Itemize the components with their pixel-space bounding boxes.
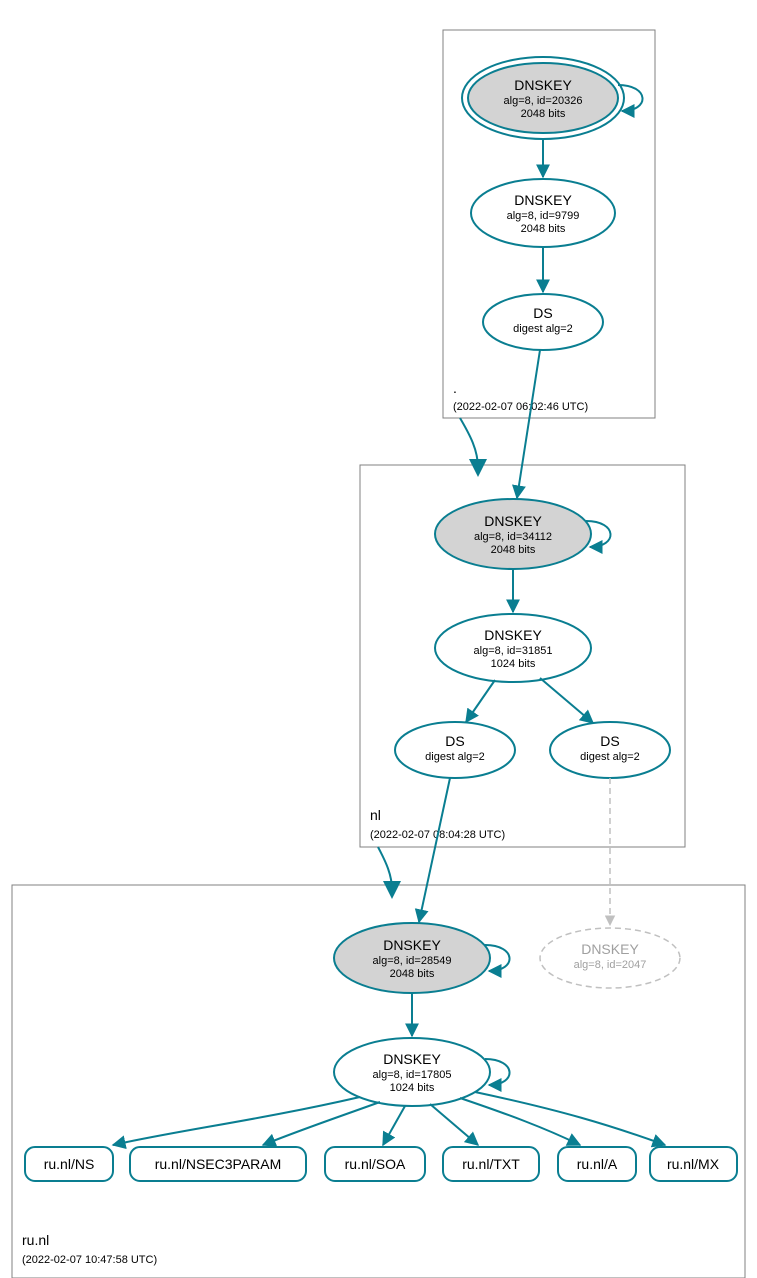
zone-label-nl: nl: [370, 807, 381, 823]
edge-nl-to-runl-zone: [378, 847, 392, 890]
edge-nl-zsk-to-ds1: [466, 680, 495, 722]
svg-text:DNSKEY: DNSKEY: [484, 513, 542, 529]
zone-timestamp-runl: (2022-02-07 10:47:58 UTC): [22, 1254, 157, 1266]
edge-zsk-rr-nsec3: [263, 1102, 380, 1145]
edge-root-ds-to-nl-ksk: [517, 350, 540, 498]
dnssec-auth-graph: . (2022-02-07 06:02:46 UTC) nl (2022-02-…: [0, 0, 757, 1278]
node-root-ds: DS digest alg=2: [483, 294, 603, 350]
edge-nl-ds1-to-runl-ksk: [419, 778, 450, 922]
svg-text:ru.nl/SOA: ru.nl/SOA: [345, 1156, 406, 1172]
svg-text:ru.nl/MX: ru.nl/MX: [667, 1156, 720, 1172]
node-root-ksk: DNSKEY alg=8, id=20326 2048 bits: [462, 57, 624, 139]
svg-text:alg=8, id=31851: alg=8, id=31851: [474, 645, 553, 657]
svg-text:ru.nl/NSEC3PARAM: ru.nl/NSEC3PARAM: [155, 1156, 282, 1172]
edge-nl-zsk-to-ds2: [540, 678, 593, 723]
node-rr-soa: ru.nl/SOA: [325, 1147, 425, 1181]
svg-text:DNSKEY: DNSKEY: [581, 941, 639, 957]
node-nl-ds1: DS digest alg=2: [395, 722, 515, 778]
svg-text:2048 bits: 2048 bits: [521, 223, 566, 235]
edge-zsk-rr-soa: [383, 1106, 405, 1145]
svg-text:DNSKEY: DNSKEY: [514, 77, 572, 93]
svg-text:alg=8, id=17805: alg=8, id=17805: [373, 1069, 452, 1081]
svg-text:DNSKEY: DNSKEY: [484, 627, 542, 643]
svg-text:alg=8, id=28549: alg=8, id=28549: [373, 955, 452, 967]
svg-text:DNSKEY: DNSKEY: [383, 937, 441, 953]
svg-text:2048 bits: 2048 bits: [521, 108, 566, 120]
node-rr-txt: ru.nl/TXT: [443, 1147, 539, 1181]
node-root-zsk: DNSKEY alg=8, id=9799 2048 bits: [471, 179, 615, 247]
svg-text:alg=8, id=9799: alg=8, id=9799: [507, 210, 580, 222]
node-rr-ns: ru.nl/NS: [25, 1147, 113, 1181]
svg-text:1024 bits: 1024 bits: [390, 1082, 435, 1094]
svg-text:2048 bits: 2048 bits: [390, 968, 435, 980]
svg-text:digest alg=2: digest alg=2: [513, 323, 573, 335]
zone-label-runl: ru.nl: [22, 1232, 49, 1248]
svg-text:digest alg=2: digest alg=2: [580, 751, 640, 763]
svg-text:ru.nl/A: ru.nl/A: [577, 1156, 618, 1172]
zone-timestamp-root: (2022-02-07 06:02:46 UTC): [453, 401, 588, 413]
svg-text:DNSKEY: DNSKEY: [514, 192, 572, 208]
svg-text:2048 bits: 2048 bits: [491, 544, 536, 556]
svg-text:digest alg=2: digest alg=2: [425, 751, 485, 763]
svg-text:ru.nl/TXT: ru.nl/TXT: [462, 1156, 520, 1172]
node-rr-a: ru.nl/A: [558, 1147, 636, 1181]
svg-text:1024 bits: 1024 bits: [491, 658, 536, 670]
edge-zsk-rr-txt: [430, 1104, 478, 1145]
svg-text:DNSKEY: DNSKEY: [383, 1051, 441, 1067]
svg-text:alg=8, id=2047: alg=8, id=2047: [574, 959, 647, 971]
node-nl-ds2: DS digest alg=2: [550, 722, 670, 778]
edge-root-to-nl-zone: [460, 418, 478, 468]
node-runl-ksk: DNSKEY alg=8, id=28549 2048 bits: [334, 923, 490, 993]
svg-text:alg=8, id=20326: alg=8, id=20326: [504, 95, 583, 107]
zone-label-root: .: [453, 380, 457, 396]
edge-zsk-rr-mx: [475, 1092, 665, 1145]
node-runl-zsk: DNSKEY alg=8, id=17805 1024 bits: [334, 1038, 490, 1106]
node-runl-dashed: DNSKEY alg=8, id=2047: [540, 928, 680, 988]
svg-text:alg=8, id=34112: alg=8, id=34112: [474, 531, 552, 543]
edge-zsk-rr-ns: [113, 1097, 360, 1145]
node-rr-nsec3param: ru.nl/NSEC3PARAM: [130, 1147, 306, 1181]
svg-text:ru.nl/NS: ru.nl/NS: [44, 1156, 95, 1172]
svg-text:DS: DS: [600, 733, 619, 749]
svg-text:DS: DS: [445, 733, 464, 749]
svg-text:DS: DS: [533, 305, 552, 321]
node-nl-zsk: DNSKEY alg=8, id=31851 1024 bits: [435, 614, 591, 682]
node-nl-ksk: DNSKEY alg=8, id=34112 2048 bits: [435, 499, 591, 569]
edge-zsk-rr-a: [460, 1098, 580, 1145]
node-rr-mx: ru.nl/MX: [650, 1147, 737, 1181]
